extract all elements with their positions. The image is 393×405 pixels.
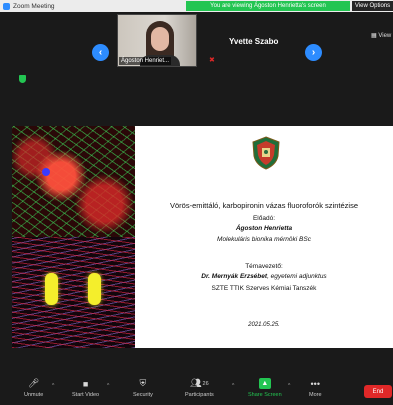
security-button[interactable]: ⛨ Security bbox=[133, 378, 153, 398]
video-options-caret[interactable]: ^ bbox=[107, 383, 109, 389]
participant-gallery: ‹ Ágoston Henriet... ✖ Yvette Szabo › ▦ … bbox=[0, 12, 393, 70]
participant-name-yvette[interactable]: Yvette Szabo bbox=[229, 37, 278, 46]
chromosome-cluster bbox=[45, 273, 58, 305]
participant-video-tile[interactable]: Ágoston Henriet... bbox=[117, 14, 197, 67]
supervisor: Dr. Mernyák Erzsébet, egyetemi adjunktus bbox=[135, 273, 393, 280]
participant-name-label: Ágoston Henriet... bbox=[119, 57, 172, 65]
zoom-app-icon bbox=[3, 2, 10, 10]
presenter-role: Molekuláris bionika mérnöki BSc bbox=[217, 236, 311, 243]
department: SZTE TTIK Szerves Kémiai Tanszék bbox=[211, 285, 317, 292]
supervisor-title: , egyetemi adjunktus bbox=[267, 273, 327, 280]
video-camera-off-icon: ■ bbox=[82, 378, 89, 389]
cell-nucleus bbox=[42, 168, 50, 176]
presenter-name: Ágoston Henrietta bbox=[235, 225, 293, 232]
participants-icon: 👥︎ 26 bbox=[190, 378, 209, 388]
participant-face bbox=[151, 27, 169, 51]
share-screen-button[interactable]: ▲ Share Screen bbox=[248, 378, 282, 398]
unmute-button[interactable]: 🎤︎ Unmute bbox=[24, 378, 43, 398]
chromosome-cluster bbox=[88, 273, 101, 305]
more-dots-icon: ••• bbox=[310, 378, 320, 389]
shield-icon: ⛨ bbox=[139, 378, 147, 388]
meeting-toolbar: 🎤︎ Unmute ^ ■ Start Video ^ ⛨ Security 👥… bbox=[0, 373, 393, 405]
presentation-date: 2021.05.25. bbox=[248, 322, 280, 328]
shared-screen-slide: Vörös-emittáló, karbopironin vázas fluor… bbox=[12, 126, 393, 348]
security-shield-icon[interactable] bbox=[19, 75, 26, 83]
chevron-right-icon: › bbox=[311, 47, 316, 58]
chevron-left-icon: ‹ bbox=[98, 47, 103, 58]
share-screen-arrow-icon: ▲ bbox=[258, 378, 271, 389]
participants-button[interactable]: 👥︎ 26 Participants bbox=[185, 378, 214, 398]
share-options-caret[interactable]: ^ bbox=[288, 383, 290, 389]
window-title: Zoom Meeting bbox=[13, 2, 55, 10]
presenter-label: Előadó: bbox=[252, 215, 276, 222]
start-video-button[interactable]: ■ Start Video bbox=[72, 378, 99, 399]
university-crest-icon bbox=[252, 136, 280, 170]
view-button[interactable]: ▦ View bbox=[371, 32, 391, 39]
end-meeting-button[interactable]: End bbox=[364, 385, 392, 398]
more-button[interactable]: ••• More bbox=[309, 378, 322, 399]
slide-title: Vörös-emittáló, karbopironin vázas fluor… bbox=[169, 201, 358, 210]
participants-options-caret[interactable]: ^ bbox=[232, 383, 234, 389]
audio-options-caret[interactable]: ^ bbox=[52, 383, 54, 389]
mic-muted-icon: ✖ bbox=[209, 57, 215, 64]
next-page-button[interactable]: › bbox=[305, 44, 322, 61]
participants-count: 26 bbox=[202, 380, 209, 387]
supervisor-name: Dr. Mernyák Erzsébet bbox=[201, 273, 268, 280]
previous-page-button[interactable]: ‹ bbox=[92, 44, 109, 61]
microphone-muted-icon: 🎤︎ bbox=[27, 378, 40, 388]
chromosome-microscopy-image bbox=[12, 237, 135, 348]
supervisor-label: Témavezető: bbox=[245, 263, 283, 270]
viewing-screen-banner: You are viewing Ágoston Henrietta's scre… bbox=[186, 1, 350, 11]
view-options-button[interactable]: View Options bbox=[352, 1, 393, 11]
cell-microscopy-image bbox=[12, 126, 135, 237]
